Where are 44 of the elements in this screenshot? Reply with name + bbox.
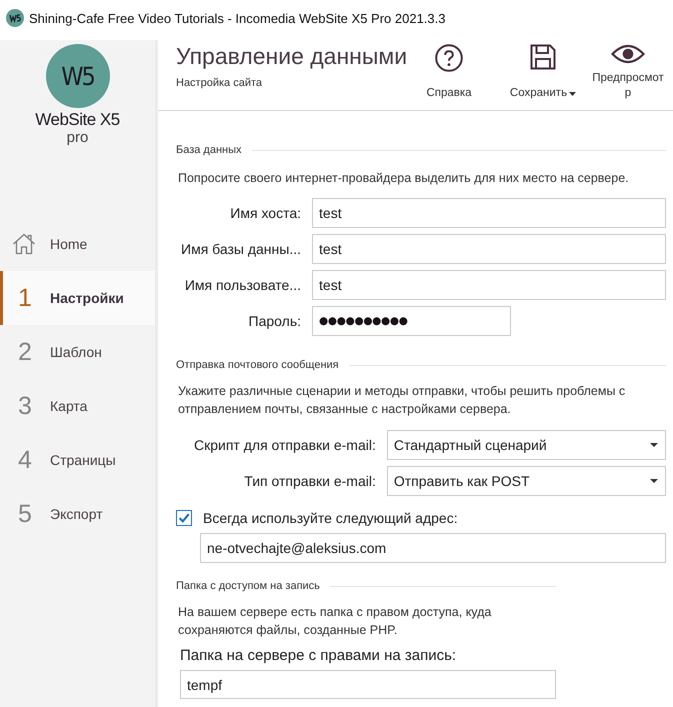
nav-item[interactable]: Home	[0, 217, 155, 271]
field-label: Имя пользовате...	[184, 277, 302, 293]
nav-item[interactable]: 1 Настройки	[0, 271, 155, 325]
logo-mark: W5	[46, 44, 110, 108]
field-label: Имя базы данны...	[181, 241, 302, 257]
field-label: Тип отправки e-mail:	[243, 473, 376, 489]
text-field[interactable]: tempf	[180, 670, 556, 699]
field-label: Папка на сервере с правами на запись:	[180, 646, 458, 666]
field-label: Пароль:	[248, 313, 302, 329]
field-label: Имя хоста:	[229, 205, 302, 221]
section-description: На вашем сервере есть папка с правом доступа, куда сохраняются файлы, созданные PHP.	[178, 604, 492, 639]
nav-item[interactable]: 5 Экспорт	[0, 487, 155, 541]
section-title: Папка с доступом на запись	[176, 580, 320, 592]
section-description: Попросите своего интернет-провайдера выделить для них место на сервере.	[178, 170, 630, 187]
nav-item[interactable]: 2 Шаблон	[0, 325, 155, 379]
field-label: Скрипт для отправки e-mail:	[194, 437, 376, 453]
text-field[interactable]: test	[312, 270, 666, 300]
caret-icon	[650, 443, 658, 447]
dropdown[interactable]: Отправить как POST	[386, 466, 666, 496]
logo-text: WebSite X5	[35, 110, 120, 130]
help-icon	[435, 44, 463, 72]
password-field[interactable]: ●●●●●●●●●●	[312, 306, 512, 336]
page-subtitle: Настройка сайта	[176, 77, 264, 89]
section-description: Укажите различные сценарии и методы отправки, чтобы решить проблемы с отправлением почты, связанные с настройками сервера.	[178, 383, 626, 418]
nav-item[interactable]: 4 Страницы	[0, 433, 155, 487]
text-field[interactable]: test	[312, 198, 666, 228]
page-title: Управление данными	[176, 42, 408, 70]
eye-icon	[611, 44, 645, 64]
dropdown[interactable]: Стандартный сценарий	[386, 430, 666, 460]
checkbox[interactable]	[176, 510, 192, 526]
help-button[interactable]: Справка	[419, 40, 479, 110]
text-field[interactable]: ne-otvechajte@aleksius.com	[200, 533, 666, 563]
preview-button[interactable]: Предпросмотр	[587, 40, 669, 110]
nav-item[interactable]: 3 Карта	[0, 379, 155, 433]
logo-edition-text: pro	[66, 130, 88, 146]
window-title: Shining-Cafe Free Video Tutorials - Incomedia WebSite X5 Pro 2021.3.3	[29, 10, 446, 26]
caret-icon	[650, 479, 658, 483]
section-title: База данных	[176, 144, 242, 156]
text-field[interactable]: test	[312, 234, 666, 264]
section-title: Отправка почтового сообщения	[176, 359, 339, 371]
save-button[interactable]: Сохранить	[505, 40, 581, 110]
house-icon	[12, 233, 36, 255]
checkbox-label: Всегда используйте следующий адрес:	[203, 510, 458, 526]
app-icon	[6, 9, 24, 27]
